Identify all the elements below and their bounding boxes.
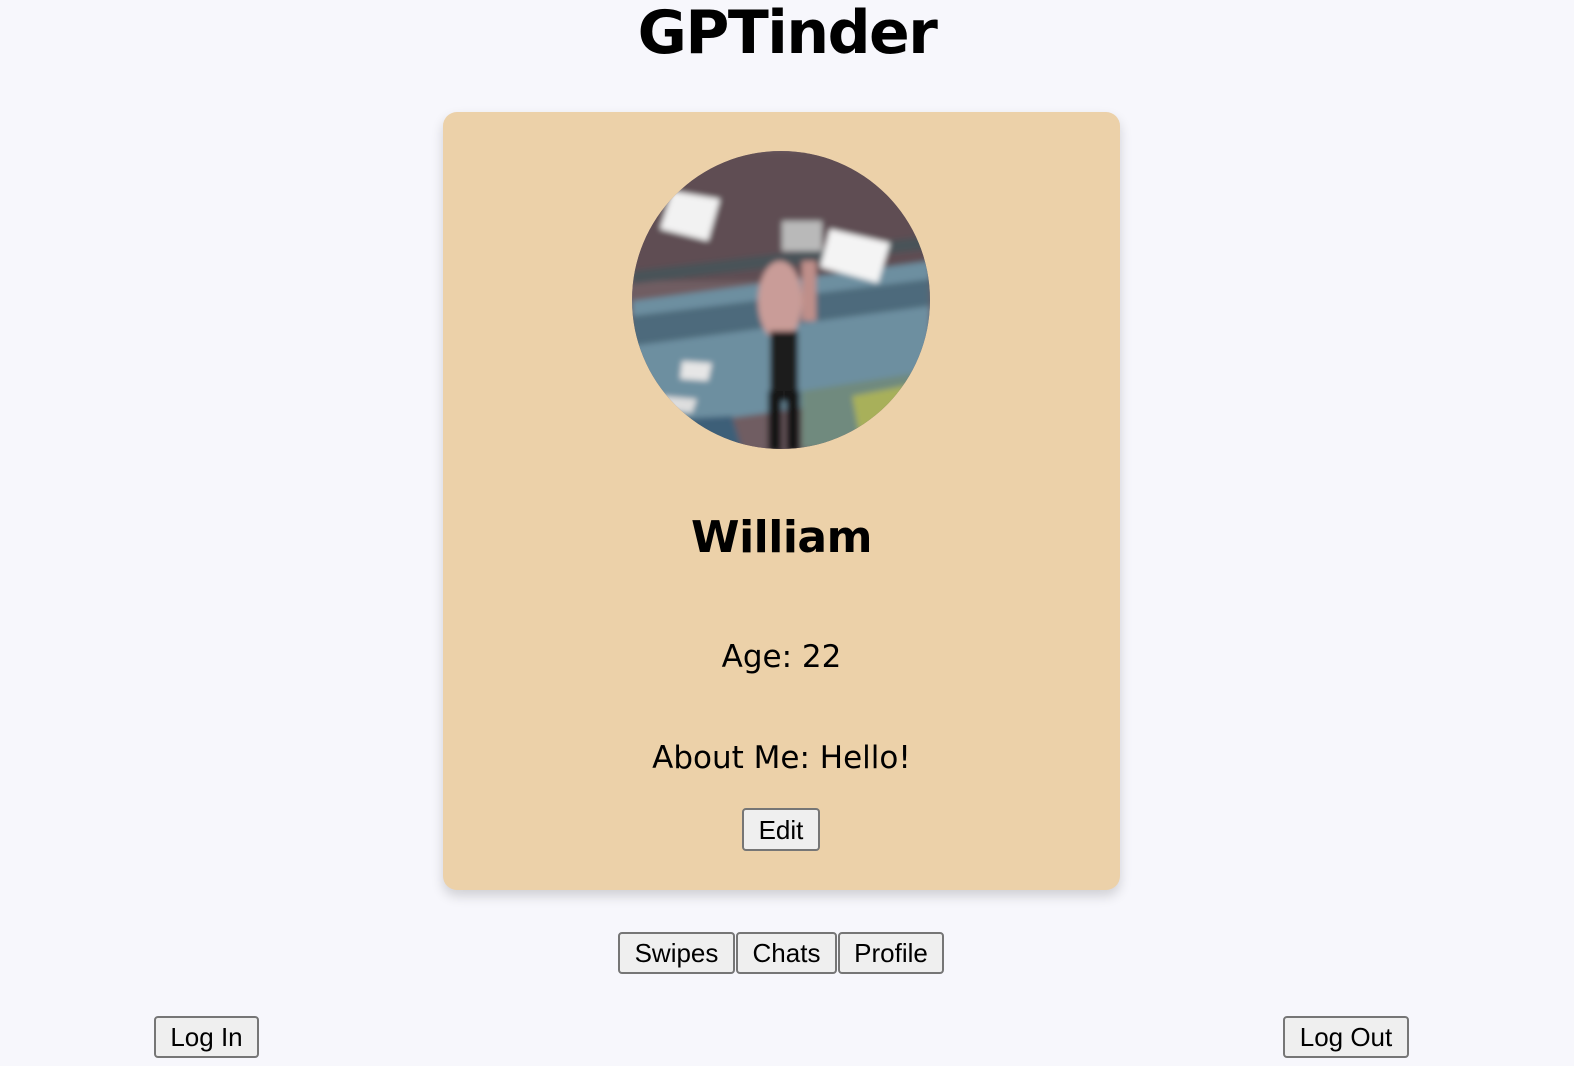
profile-card: William Age: 22 About Me: Hello! Edit — [443, 112, 1120, 890]
log-in-button[interactable]: Log In — [154, 1016, 259, 1058]
profile-name: William — [691, 512, 872, 563]
profile-age: Age: 22 — [721, 639, 842, 675]
profile-about: About Me: Hello! — [652, 740, 911, 776]
nav-swipes-button[interactable]: Swipes — [618, 932, 735, 974]
app-title: GPTinder — [637, 0, 938, 68]
edit-button[interactable]: Edit — [742, 808, 820, 851]
log-out-button[interactable]: Log Out — [1283, 1016, 1409, 1058]
nav-profile-button[interactable]: Profile — [838, 932, 944, 974]
avatar — [632, 151, 930, 449]
profile-photo — [632, 151, 930, 449]
nav-chats-button[interactable]: Chats — [736, 932, 837, 974]
